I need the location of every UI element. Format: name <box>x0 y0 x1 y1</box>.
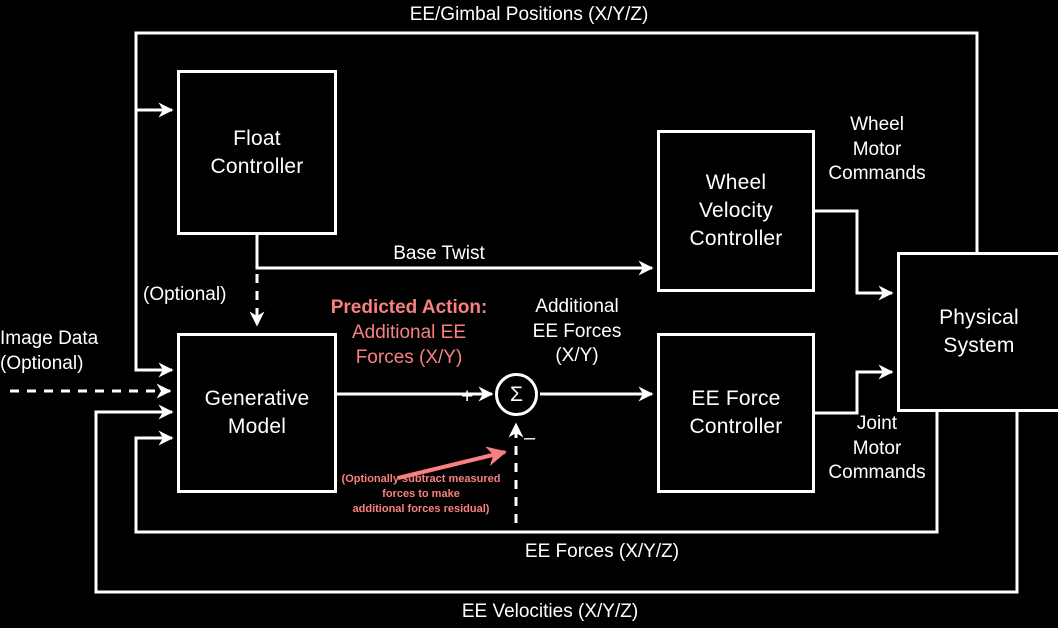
label-image-data-line-1: Image Data <box>0 328 99 349</box>
label-wheel-motor-commands: Wheel Motor Commands <box>812 113 942 187</box>
label-joint-motor-commands: Joint Motor Commands <box>812 412 942 486</box>
label-float-optional: (Optional) <box>143 284 227 305</box>
summation-plus-sign: + <box>461 385 474 408</box>
label-joint-motor-commands-line-1: Joint <box>856 413 898 434</box>
label-ee-forces-feedback: EE Forces (X/Y/Z) <box>524 541 680 562</box>
label-top-feedback: EE/Gimbal Positions (X/Y/Z) <box>409 4 649 25</box>
node-float-controller-line-1: Float <box>233 126 281 150</box>
label-predicted-action: Predicted Action: Additional EE Forces (… <box>318 295 500 370</box>
label-residual-note-line-1: (Optionally subtract measured <box>341 473 501 485</box>
label-base-twist: Base Twist <box>393 243 485 264</box>
node-generative-model[interactable]: Generative Model <box>177 333 337 493</box>
node-physical-system[interactable]: Physical System <box>897 252 1058 412</box>
label-ee-velocities-feedback: EE Velocities (X/Y/Z) <box>461 601 639 622</box>
label-joint-motor-commands-line-3: Commands <box>828 462 926 484</box>
label-image-data-line-2: (Optional) <box>0 352 84 374</box>
node-wheel-velocity-controller-line-3: Controller <box>689 226 783 250</box>
node-ee-force-controller-line-2: Controller <box>689 415 783 438</box>
label-additional-ee-forces-line-2: EE Forces <box>532 320 622 342</box>
node-float-controller-line-2: Controller <box>210 154 304 178</box>
node-generative-model-line-1: Generative <box>204 387 310 411</box>
label-predicted-action-line-2: Forces (X/Y) <box>355 347 463 369</box>
node-float-controller[interactable]: Float Controller <box>177 70 337 235</box>
label-additional-ee-forces: Additional EE Forces (X/Y) <box>510 295 644 369</box>
node-wheel-velocity-controller[interactable]: Wheel Velocity Controller <box>657 130 815 292</box>
label-residual-note-line-3: additional forces residual) <box>352 502 490 515</box>
label-wheel-motor-commands-line-1: Wheel <box>850 114 904 135</box>
label-wheel-motor-commands-line-3: Commands <box>828 163 926 185</box>
label-residual-note-line-2: forces to make <box>382 487 460 500</box>
label-predicted-action-heading: Predicted Action: <box>330 297 488 318</box>
node-ee-force-controller[interactable]: EE Force Controller <box>657 333 815 493</box>
summation-minus-sign: – <box>524 427 536 449</box>
node-physical-system-line-1: Physical <box>939 306 1019 330</box>
label-image-data: Image Data (Optional) <box>0 327 130 376</box>
label-predicted-action-line-1: Additional EE <box>351 322 467 344</box>
summation-node[interactable]: Σ <box>495 373 538 416</box>
label-additional-ee-forces-line-3: (X/Y) <box>555 345 599 367</box>
label-residual-note: (Optionally subtract measured forces to … <box>332 472 510 517</box>
node-wheel-velocity-controller-line-1: Wheel <box>705 171 767 195</box>
node-generative-model-line-2: Model <box>227 415 287 438</box>
label-joint-motor-commands-line-2: Motor <box>852 437 902 459</box>
sigma-icon: Σ <box>510 382 523 406</box>
block-diagram: Float Controller Generative Model Wheel … <box>0 0 1058 628</box>
node-ee-force-controller-line-1: EE Force <box>691 387 781 411</box>
node-wheel-velocity-controller-line-2: Velocity <box>699 199 773 223</box>
label-additional-ee-forces-line-1: Additional <box>535 296 619 317</box>
node-physical-system-line-2: System <box>943 334 1015 357</box>
label-wheel-motor-commands-line-2: Motor <box>852 138 902 160</box>
